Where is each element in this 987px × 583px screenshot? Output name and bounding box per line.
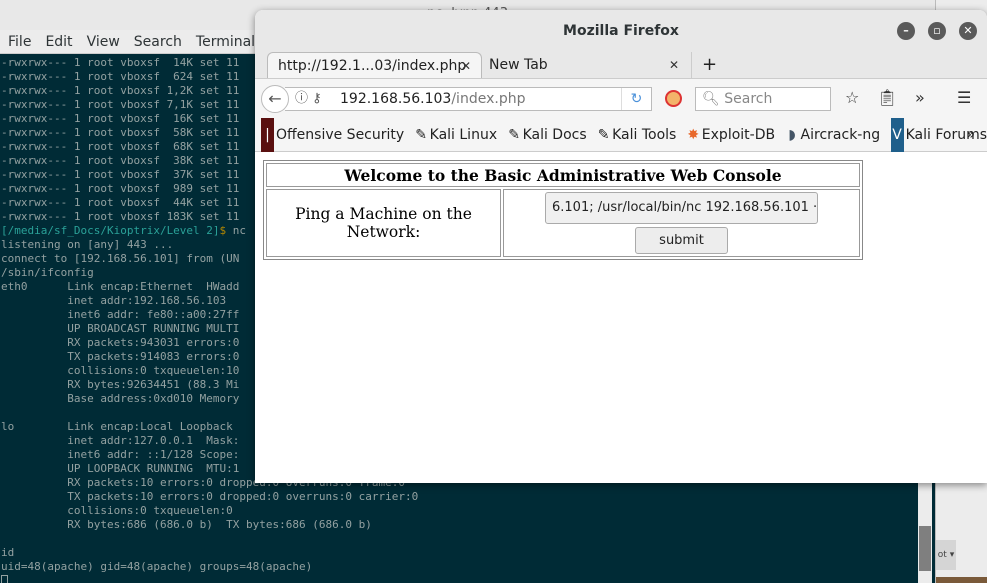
info-key-icon[interactable]: ⓘ ⚷ [295,88,322,110]
menu-search[interactable]: Search [134,30,182,54]
tab-new-tab[interactable]: New Tab ✕ [479,52,689,79]
dropdown[interactable]: ot ▾ [936,540,956,570]
exploit-db-icon: ✸ [687,127,700,143]
terminal-line: id [1,546,15,559]
terminal-cursor [1,575,8,583]
tab-label: New Tab [489,57,548,73]
bookmark-kali-linux[interactable]: ✎ Kali Linux [415,118,497,152]
reload-icon[interactable]: ↻ [621,88,651,110]
search-placeholder: Search [724,91,773,107]
terminal-line: RX bytes:686 (686.0 b) TX bytes:686 (686… [1,518,372,531]
tab-bar: http://192.1...03/index.php ✕ New Tab ✕ + [255,52,987,79]
minimize-icon[interactable]: – [897,22,915,40]
menu-view[interactable]: View [87,30,120,54]
noscript-icon[interactable] [665,90,682,107]
tab-label: http://192.1...03/index.php [278,58,467,74]
bookmark-offensive-security[interactable]: | Offensive Security [261,118,404,152]
url-bar[interactable]: ⓘ ⚷ 192.168.56.103/index.php ↻ [285,87,652,111]
close-tab-icon[interactable]: ✕ [461,53,471,79]
kali-dragon-icon: ✎ [415,127,427,143]
url-path: /index.php [451,91,526,107]
kali-dragon-icon: ✎ [508,127,520,143]
bookmark-label: Exploit-DB [701,127,776,143]
close-icon[interactable]: ✕ [959,22,977,40]
bookmark-label: Offensive Security [276,127,405,143]
bookmark-label: Aircrack-ng [800,127,881,143]
kali-forums-icon: V [890,118,904,152]
bookmark-label: Kali Tools [612,127,677,143]
aircrack-icon: ◗ [788,127,796,143]
prompt-path: [/media/sf_Docs/Kioptrix/Level 2] [1,224,220,237]
dropdown-text: ot [937,550,947,560]
menu-edit[interactable]: Edit [45,30,72,54]
window-title: Mozilla Firefox [563,23,679,39]
ping-form: 6.101; /usr/local/bin/nc 192.168.56.101 … [503,189,860,257]
admin-console-table: Welcome to the Basic Administrative Web … [263,160,863,260]
command: nc [226,224,247,237]
submit-button[interactable]: submit [635,227,728,254]
clipboard-icon[interactable]: 📋︎ [877,88,897,107]
navigation-bar: ⓘ ⚷ 192.168.56.103/index.php ↻ ← 🔍︎ Sear… [255,78,987,118]
offsec-icon: | [261,118,274,152]
page-content: Welcome to the Basic Administrative Web … [255,152,987,268]
page-heading: Welcome to the Basic Administrative Web … [266,163,860,187]
bookmark-label: Kali Docs [522,127,587,143]
close-tab-icon[interactable]: ✕ [669,52,679,78]
search-input[interactable]: 🔍︎ Search [695,87,831,111]
bookmark-kali-docs[interactable]: ✎ Kali Docs [508,118,587,152]
bookmark-exploit-db[interactable]: ✸ Exploit-DB [687,118,775,152]
terminal-line: TX packets:10 errors:0 dropped:0 overrun… [1,490,419,503]
tab-index-php[interactable]: http://192.1...03/index.php ✕ [267,52,482,79]
bookmark-kali-tools[interactable]: ✎ Kali Tools [597,118,677,152]
menu-terminal[interactable]: Terminal [196,30,255,54]
bookmark-star-icon[interactable]: ☆ [845,88,859,107]
hamburger-menu-icon[interactable]: ☰ [957,88,971,107]
terminal-line: collisions:0 txqueuelen:0 [1,504,233,517]
maximize-icon[interactable]: ▫ [928,22,946,40]
bookmark-aircrack-ng[interactable]: ◗ Aircrack-ng [786,118,881,152]
back-arrow-icon[interactable]: ← [261,85,289,113]
ping-label: Ping a Machine on the Network: [266,189,501,257]
ip-input[interactable]: 6.101; /usr/local/bin/nc 192.168.56.101 … [545,192,818,224]
firefox-titlebar: Mozilla Firefox – ▫ ✕ [255,10,987,52]
kali-dragon-icon: ✎ [597,127,610,143]
desktop-wallpaper [936,577,987,583]
bookmarks-toolbar: | Offensive Security ✎ Kali Linux ✎ Kali Do… [255,118,987,152]
overflow-chevron-icon[interactable]: » [915,88,925,107]
scrollbar-thumb[interactable] [919,526,931,571]
menu-file[interactable]: File [8,30,31,54]
new-tab-button[interactable]: + [691,52,717,79]
bookmarks-overflow-icon[interactable]: » [966,118,975,152]
bookmark-label: Kali Linux [429,127,498,143]
firefox-window: Mozilla Firefox – ▫ ✕ http://192.1...03/… [255,10,987,483]
terminal-line: uid=48(apache) gid=48(apache) groups=48(… [1,560,313,573]
url-host: 192.168.56.103 [340,91,452,107]
